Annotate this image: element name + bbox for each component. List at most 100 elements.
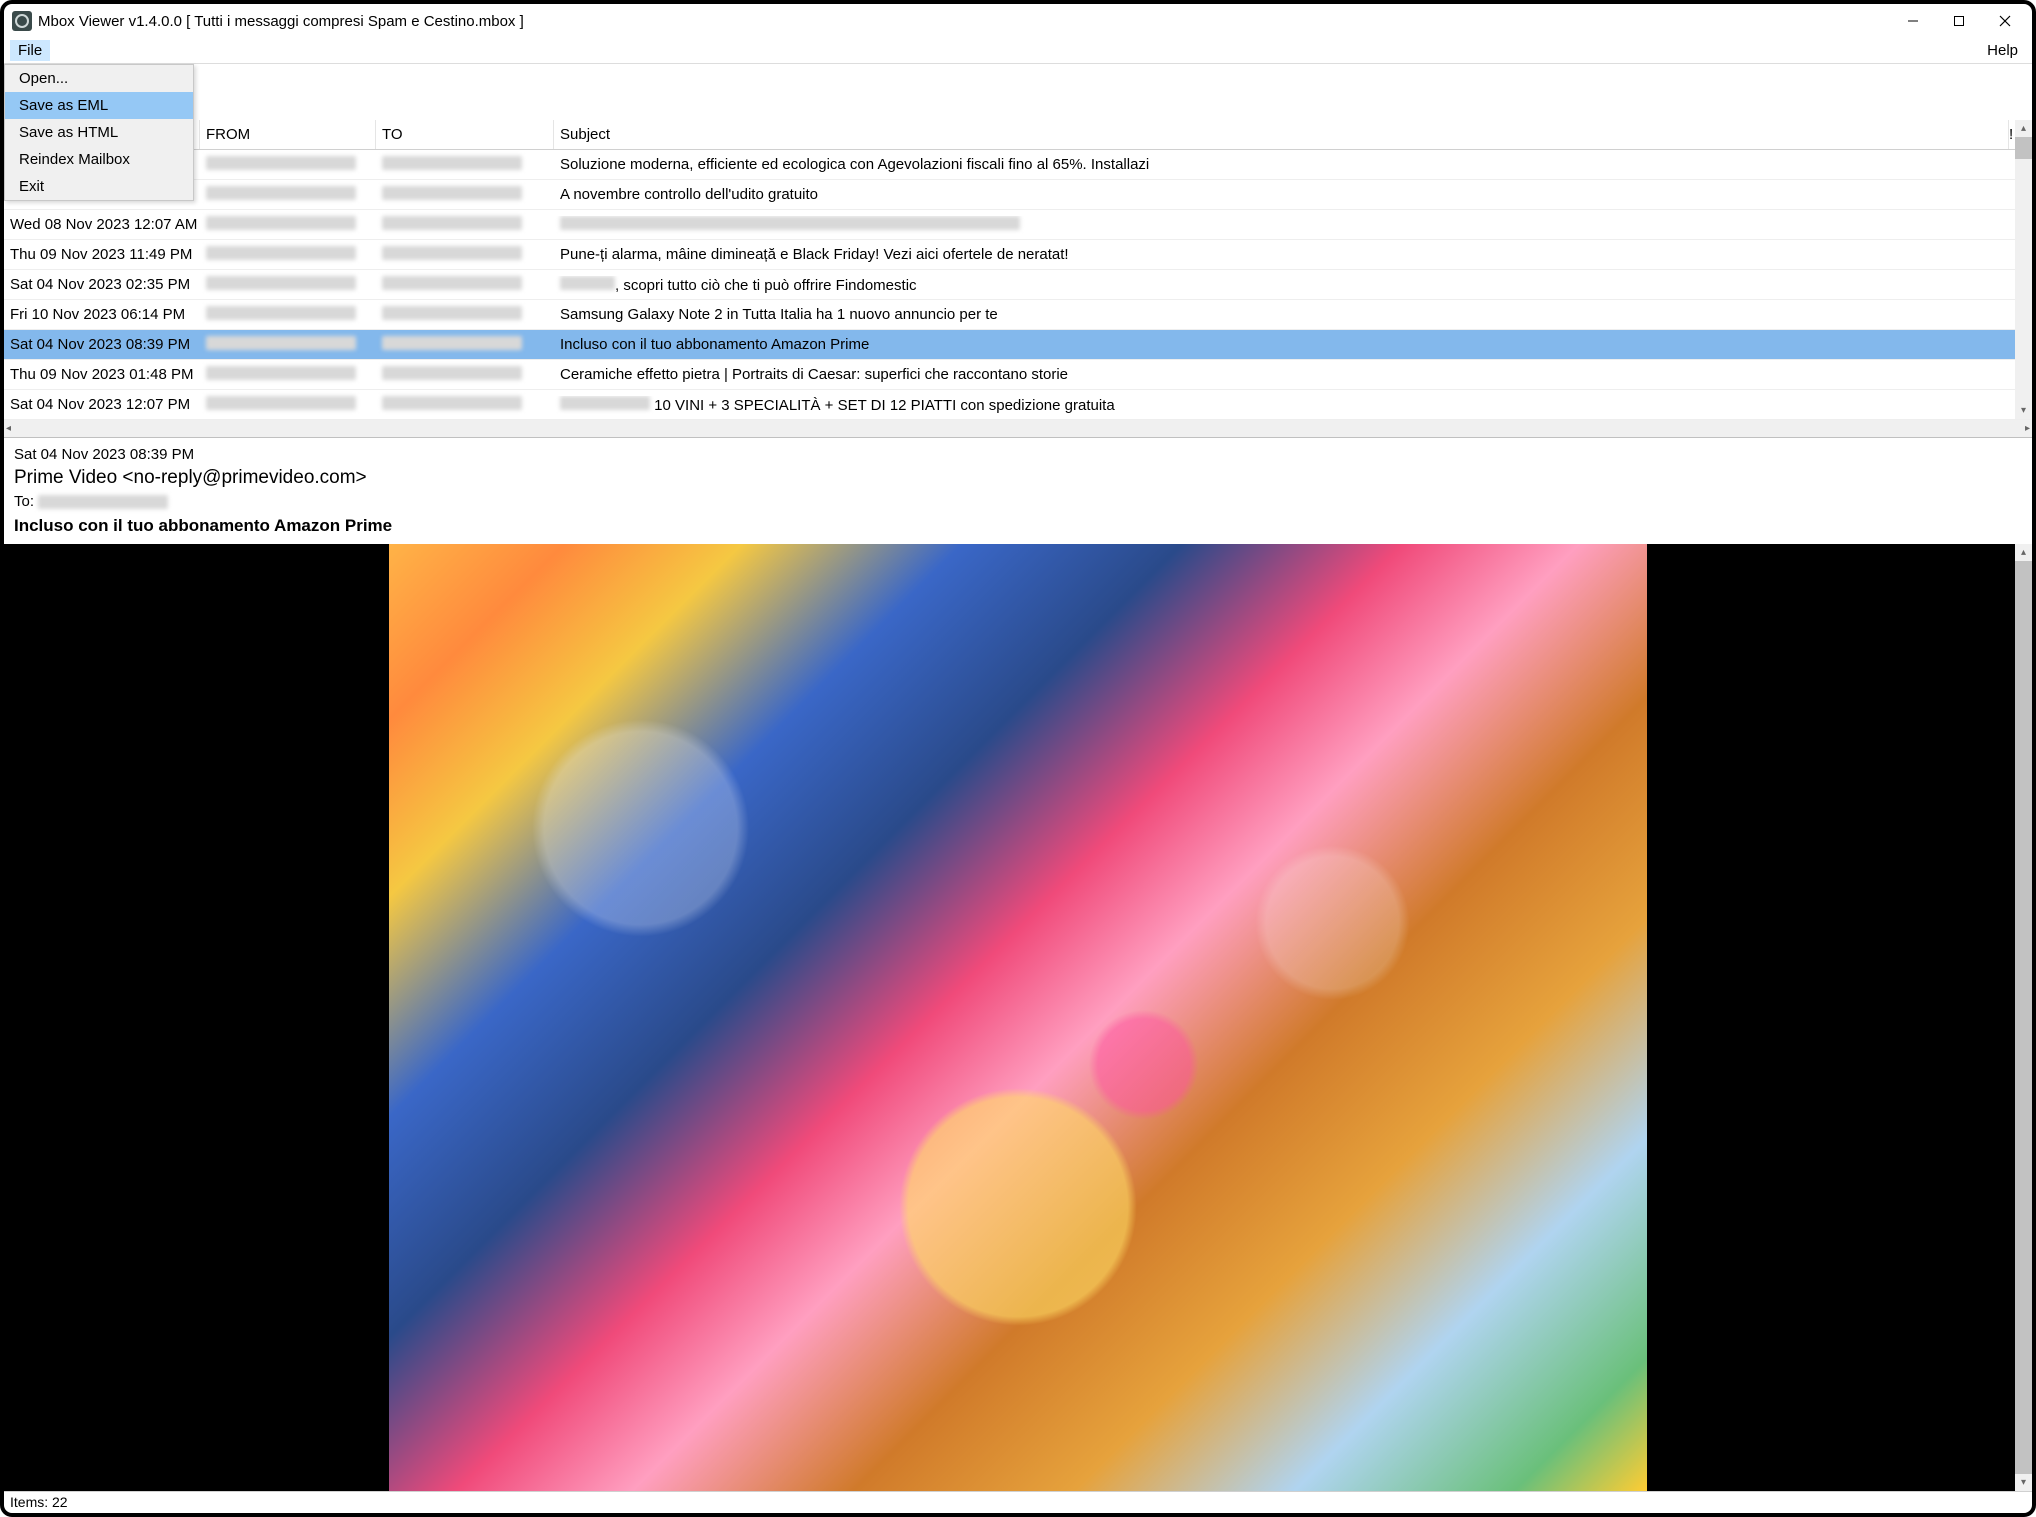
redacted-text [382,276,522,290]
col-subject[interactable]: Subject [554,120,2008,149]
maximize-icon [1953,15,1965,27]
app-icon [12,11,32,31]
redacted-text [560,396,650,410]
redacted-text [382,186,522,200]
cell-date: Sat 04 Nov 2023 02:35 PM [4,276,200,293]
redacted-text [206,306,356,320]
cell-from [200,216,376,234]
cell-to [376,396,554,414]
redacted-text [206,246,356,260]
table-row[interactable]: Thu 09 Nov 2023 01:48 PM Ceramiche effett… [4,360,2032,390]
grid-vscrollbar[interactable]: ▴ ▾ [2015,120,2032,419]
cell-from [200,186,376,204]
cell-subject: Soluzione moderna, efficiente ed ecologi… [554,156,2032,173]
scroll-up-icon[interactable]: ▴ [2015,544,2032,561]
menu-save-html[interactable]: Save as HTML [5,119,193,146]
scroll-thumb[interactable] [2015,561,2032,1474]
close-icon [1999,15,2011,27]
cell-subject: Ceramiche effetto pietra | Portraits di … [554,366,2032,383]
redacted-text [560,276,615,290]
table-row[interactable]: Sat 04 Nov 2023 02:35 PM , scopri tutto c… [4,270,2032,300]
scroll-down-icon[interactable]: ▾ [2015,1474,2032,1491]
grid-header: FROM TO Subject ! [4,120,2032,150]
menu-save-eml[interactable]: Save as EML [5,92,193,119]
cell-from [200,306,376,324]
content: FROM TO Subject ! Soluzione moderna, eff… [4,64,2032,1513]
cell-subject: Pune-ți alarma, mâine dimineață e Black … [554,246,2032,263]
statusbar: Items: 22 [4,1491,2032,1513]
redacted-text [382,216,522,230]
cell-from [200,156,376,174]
redacted-text [206,276,356,290]
redacted-text [560,216,1020,230]
cell-from [200,246,376,264]
cell-subject: Incluso con il tuo abbonamento Amazon Pr… [554,336,2032,353]
redacted-text [206,366,356,380]
minimize-button[interactable] [1890,6,1936,36]
maximize-button[interactable] [1936,6,1982,36]
cell-date: Fri 10 Nov 2023 06:14 PM [4,306,200,323]
menu-file[interactable]: File [10,40,50,61]
cell-date: Thu 09 Nov 2023 11:49 PM [4,246,200,263]
cell-subject [554,216,2032,234]
redacted-text [382,396,522,410]
cell-to [376,306,554,324]
minimize-icon [1907,15,1919,27]
redacted-text [382,156,522,170]
detail-subject: Incluso con il tuo abbonamento Amazon Pr… [14,516,2022,536]
cell-date: Sat 04 Nov 2023 08:39 PM [4,336,200,353]
detail-from: Prime Video <no-reply@primevideo.com> [14,467,2022,489]
menu-help[interactable]: Help [1979,40,2026,61]
redacted-text [382,246,522,260]
table-row[interactable]: A novembre controllo dell'udito gratuito [4,180,2032,210]
redacted-text [206,156,356,170]
cell-to [376,186,554,204]
cell-subject: , scopri tutto ciò che ti può offrire Fi… [554,276,2032,294]
menu-reindex[interactable]: Reindex Mailbox [5,146,193,173]
cell-to [376,276,554,294]
cell-from [200,366,376,384]
table-row[interactable]: Sat 04 Nov 2023 08:39 PM Incluso con il t… [4,330,2032,360]
redacted-text [206,336,356,350]
col-from[interactable]: FROM [200,120,376,149]
cell-date: Thu 09 Nov 2023 01:48 PM [4,366,200,383]
cell-subject: Samsung Galaxy Note 2 in Tutta Italia ha… [554,306,2032,323]
scroll-right-icon[interactable]: ▸ [2025,423,2030,434]
close-button[interactable] [1982,6,2028,36]
message-detail: Sat 04 Nov 2023 08:39 PM Prime Video <no… [4,438,2032,544]
cell-from [200,336,376,354]
redacted-text [382,366,522,380]
body-vscrollbar[interactable]: ▴ ▾ [2015,544,2032,1491]
window-title: Mbox Viewer v1.4.0.0 [ Tutti i messaggi … [38,13,1890,30]
cell-to [376,156,554,174]
scroll-down-icon[interactable]: ▾ [2015,402,2032,419]
table-row[interactable]: Soluzione moderna, efficiente ed ecologi… [4,150,2032,180]
window-controls [1890,6,2028,36]
file-dropdown: Open... Save as EML Save as HTML Reindex… [4,64,194,201]
detail-to: To: [14,493,2022,510]
cell-from [200,396,376,414]
email-image [389,544,1646,1491]
menu-open[interactable]: Open... [5,65,193,92]
scroll-thumb[interactable] [2015,137,2032,159]
redacted-text [206,186,356,200]
cell-to [376,336,554,354]
scroll-up-icon[interactable]: ▴ [2015,120,2032,137]
cell-subject: A novembre controllo dell'udito gratuito [554,186,2032,203]
menu-exit[interactable]: Exit [5,173,193,200]
redacted-text [206,216,356,230]
cell-date: Wed 08 Nov 2023 12:07 AM [4,216,200,233]
table-row[interactable]: Fri 10 Nov 2023 06:14 PM Samsung Galaxy N… [4,300,2032,330]
col-to[interactable]: TO [376,120,554,149]
redacted-recipient [38,495,168,509]
grid-hscrollbar[interactable]: ◂ ▸ [4,420,2032,437]
cell-to [376,246,554,264]
scroll-left-icon[interactable]: ◂ [6,423,11,434]
cell-subject: 10 VINI + 3 SPECIALITÀ + SET DI 12 PIATT… [554,396,2032,414]
table-row[interactable]: Thu 09 Nov 2023 11:49 PM Pune-ți alarma, … [4,240,2032,270]
redacted-text [382,336,522,350]
message-body: ▴ ▾ [4,544,2032,1491]
cell-to [376,366,554,384]
table-row[interactable]: Wed 08 Nov 2023 12:07 AM [4,210,2032,240]
table-row[interactable]: Sat 04 Nov 2023 12:07 PM 10 VINI + 3 SPE… [4,390,2032,420]
